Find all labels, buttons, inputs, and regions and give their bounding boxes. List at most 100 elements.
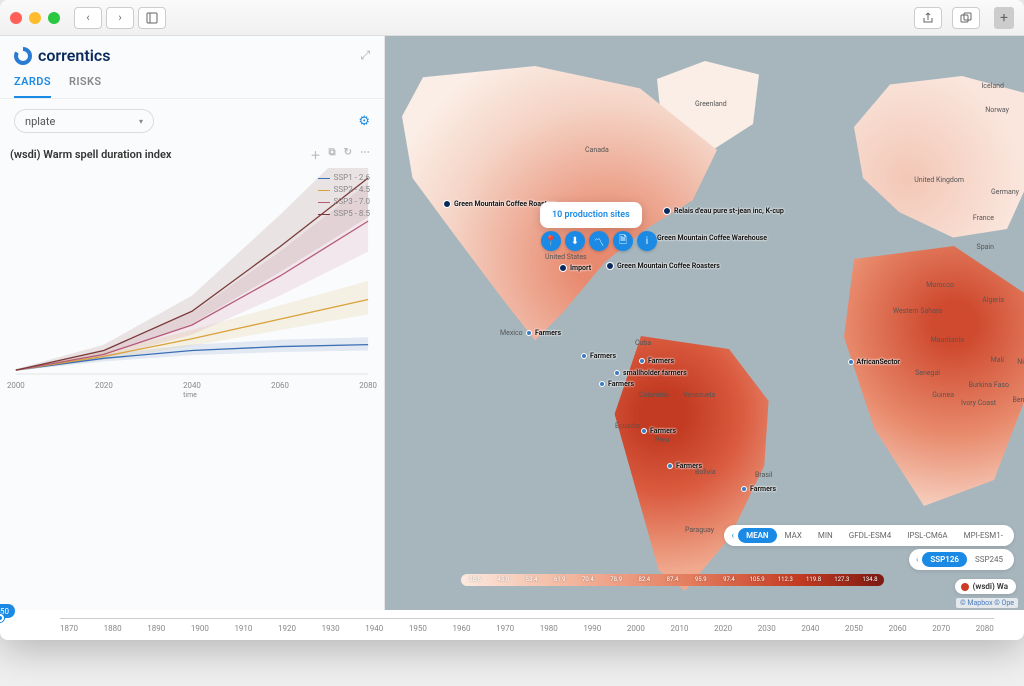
- timeline-tick: 2050: [845, 624, 863, 633]
- info-icon[interactable]: i: [637, 231, 657, 251]
- land-europe: [854, 76, 1024, 246]
- chevron-left-icon-2[interactable]: ‹: [912, 552, 922, 567]
- scale-tick: 78.9: [602, 574, 630, 586]
- country-ecuador: Ecuador: [615, 422, 641, 430]
- site-farmers-ca2[interactable]: Farmers: [599, 380, 634, 388]
- timeline-tick: 2010: [671, 624, 689, 633]
- timeline-tick: 2030: [758, 624, 776, 633]
- scale-tick: 38.6: [461, 574, 489, 586]
- site-farmers-br[interactable]: Farmers: [741, 485, 776, 493]
- site-import[interactable]: Import: [559, 264, 591, 272]
- maximize-window[interactable]: [48, 12, 60, 24]
- download-icon[interactable]: ⬇: [565, 231, 585, 251]
- template-label: nplate: [25, 115, 55, 128]
- country-benin: Benin: [1012, 396, 1024, 404]
- chart-icon[interactable]: 〽: [589, 231, 609, 251]
- new-tab-button[interactable]: +: [994, 7, 1014, 29]
- country-guinea: Guinea: [932, 391, 954, 399]
- legend-ssp3: SSP3 - 7.0: [334, 196, 370, 208]
- tab-risks[interactable]: RISKS: [69, 75, 102, 98]
- map-canvas[interactable]: Canada United States Mexico Greenland Ic…: [385, 36, 1024, 610]
- ssp-selector: ‹ SSP126 SSP245: [909, 549, 1014, 570]
- stat-ipsl[interactable]: IPSL-CM6A: [899, 528, 955, 543]
- tabs-button[interactable]: [952, 7, 980, 29]
- scale-tick: 134.8: [856, 574, 884, 586]
- stat-min[interactable]: MIN: [810, 528, 841, 543]
- country-paraguay: Paraguay: [685, 526, 714, 534]
- ssp-245[interactable]: SSP245: [967, 552, 1011, 567]
- site-relais[interactable]: Relais d'eau pure st-jean inc, K-cup: [663, 207, 784, 215]
- chart-panel-button[interactable]: ⧉: [328, 147, 335, 162]
- site-farmers-ca1[interactable]: Farmers: [639, 357, 674, 365]
- template-select[interactable]: nplate ▾: [14, 109, 154, 133]
- country-us: United States: [545, 253, 587, 261]
- stat-gfdl[interactable]: GFDL-ESM4: [841, 528, 899, 543]
- close-window[interactable]: [10, 12, 22, 24]
- gear-icon[interactable]: ⚙: [358, 114, 370, 129]
- timeline-tick: 1970: [496, 624, 514, 633]
- scale-tick: 61.9: [546, 574, 574, 586]
- expand-icon[interactable]: ⤢: [360, 48, 370, 63]
- chart-refresh-button[interactable]: ↻: [344, 147, 352, 162]
- minimize-window[interactable]: [29, 12, 41, 24]
- country-mali: Mali: [991, 356, 1004, 364]
- tab-hazards[interactable]: ZARDS: [14, 75, 51, 98]
- scale-tick: 97.4: [715, 574, 743, 586]
- svg-text:2080: 2080: [359, 381, 377, 390]
- panel-tabs: ZARDS RISKS: [0, 69, 384, 99]
- chart-more-button[interactable]: ⋯: [360, 147, 370, 162]
- country-ivory: Ivory Coast: [961, 399, 996, 407]
- stat-mean[interactable]: MEAN: [738, 528, 777, 543]
- stat-mpi[interactable]: MPI-ESM1-: [956, 528, 1011, 543]
- scale-tick: 105.9: [743, 574, 771, 586]
- timeline-tick: 2070: [932, 624, 950, 633]
- svg-text:2000: 2000: [7, 381, 25, 390]
- brand-name: correntics: [38, 46, 110, 65]
- site-gm-warehouse[interactable]: Green Mountain Coffee Warehouse: [646, 234, 767, 242]
- site-african-sector[interactable]: AfricanSector: [848, 358, 900, 366]
- country-brazil: Brasil: [755, 471, 772, 479]
- site-farmers-pe[interactable]: Farmers: [641, 427, 676, 435]
- timeline-tick: 1930: [322, 624, 340, 633]
- report-icon[interactable]: 🗎: [613, 231, 633, 251]
- timeline-tick: 1870: [60, 624, 78, 633]
- timeline-handle[interactable]: [0, 614, 4, 622]
- site-popup[interactable]: 10 production sites: [540, 202, 642, 228]
- timeline-tick: 2020: [714, 624, 732, 633]
- ssp-126[interactable]: SSP126: [922, 552, 967, 567]
- country-germany: Germany: [991, 188, 1019, 196]
- country-cuba: Cuba: [635, 339, 651, 347]
- chart-panel: (wsdi) Warm spell duration index ＋ ⧉ ↻ ⋯…: [0, 143, 384, 406]
- scale-tick: 95.9: [687, 574, 715, 586]
- logo-icon: [14, 47, 32, 65]
- site-smallholder[interactable]: smallholder farmers: [614, 369, 687, 377]
- site-farmers-bo[interactable]: Farmers: [667, 462, 702, 470]
- forward-button[interactable]: ›: [106, 7, 134, 29]
- scale-tick: 119.8: [799, 574, 827, 586]
- timeline-tick: 2000: [627, 624, 645, 633]
- country-mauritania: Mauritania: [931, 336, 964, 344]
- country-canada: Canada: [585, 146, 609, 154]
- country-morocco: Morocco: [926, 281, 954, 289]
- timeline-tick: 1990: [583, 624, 601, 633]
- metric-color-icon: [961, 583, 969, 591]
- timeline[interactable]: 1870188018901900191019201930194019501960…: [0, 610, 1024, 640]
- chevron-left-icon[interactable]: ‹: [727, 531, 738, 541]
- chart-area: SSP1 - 2.6 SSP2 - 4.5 SSP3 - 7.0 SSP5 - …: [2, 168, 378, 398]
- sidebar-toggle[interactable]: [138, 7, 166, 29]
- site-gm-roasters-2[interactable]: Green Mountain Coffee Roasters: [606, 262, 720, 270]
- metric-chip[interactable]: (wsdi) Wa: [955, 579, 1016, 594]
- timeline-tick: 1890: [147, 624, 165, 633]
- back-button[interactable]: ‹: [74, 7, 102, 29]
- timeline-tick: 1960: [452, 624, 470, 633]
- chart-add-button[interactable]: ＋: [310, 147, 320, 162]
- stat-max[interactable]: MAX: [777, 528, 810, 543]
- share-button[interactable]: [914, 7, 942, 29]
- site-farmers-gt[interactable]: Farmers: [581, 352, 616, 360]
- site-farmers-mx[interactable]: Farmers: [526, 329, 561, 337]
- pin-icon[interactable]: 📍: [541, 231, 561, 251]
- country-western-sahara: Western Sahara: [893, 307, 942, 315]
- metric-label: (wsdi) Wa: [973, 582, 1008, 591]
- chart-title: (wsdi) Warm spell duration index: [10, 148, 171, 161]
- country-france: France: [973, 214, 994, 222]
